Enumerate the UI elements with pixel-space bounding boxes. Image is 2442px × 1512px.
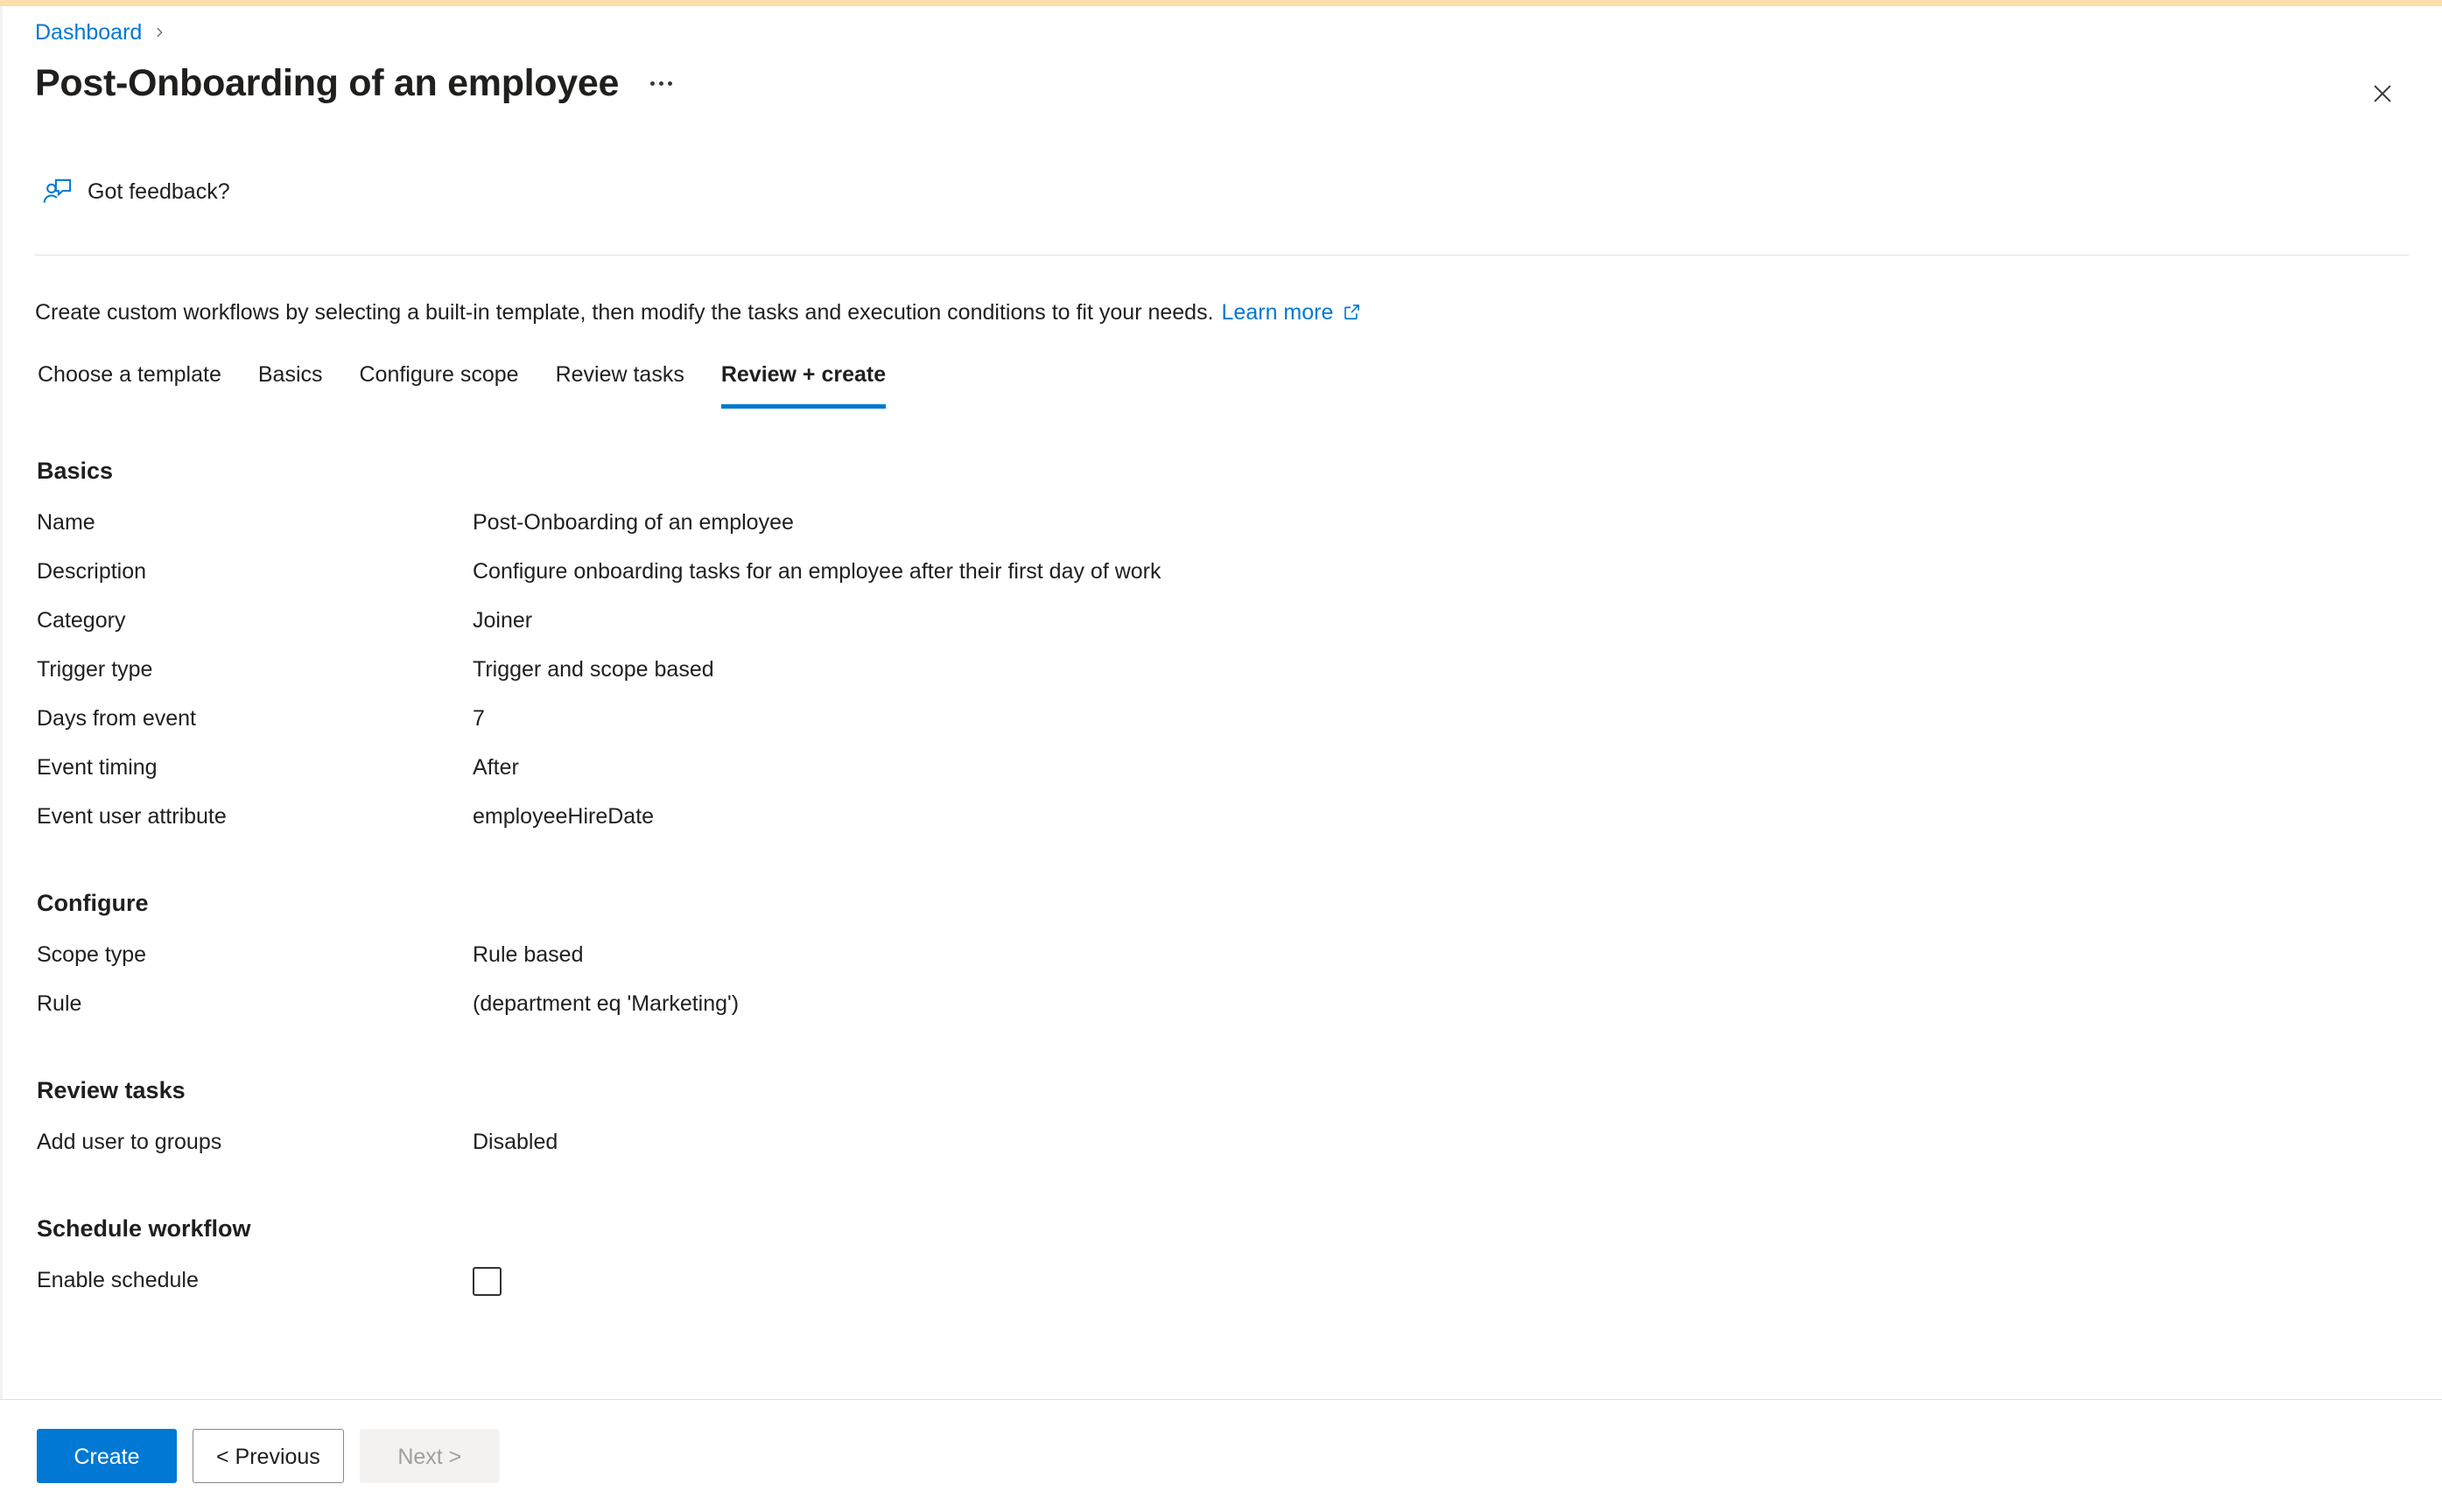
- previous-button[interactable]: < Previous: [193, 1429, 344, 1483]
- summary-row: Scope type Rule based: [0, 940, 2442, 989]
- ellipsis-dot-1: [650, 80, 656, 86]
- summary-row-value: 7: [473, 706, 485, 731]
- top-accent-strip: [0, 0, 2442, 6]
- chevron-right-icon: [153, 26, 165, 38]
- summary-row-label: Enable schedule: [37, 1268, 199, 1292]
- summary-row-label: Name: [37, 510, 95, 535]
- summary-row-label: Scope type: [37, 942, 147, 967]
- summary-row-value: Rule based: [473, 942, 584, 967]
- summary-row: Event timing After: [0, 752, 2442, 802]
- summary-row: Name Post-Onboarding of an employee: [0, 508, 2442, 556]
- description-text: Create custom workflows by selecting a b…: [35, 300, 1214, 325]
- feedback-person-icon: [42, 176, 74, 207]
- page-title: Post-Onboarding of an employee: [35, 62, 620, 104]
- external-link-icon: [1343, 303, 1361, 321]
- more-options-button[interactable]: [642, 69, 681, 98]
- summary-section: Configure Scope type Rule based Rule (depart…: [0, 887, 2442, 1038]
- command-bar: Got feedback?: [35, 169, 241, 214]
- tab-choose-a-template[interactable]: Choose a template: [35, 354, 240, 409]
- section-heading: Configure: [37, 890, 149, 916]
- enable-schedule-checkbox[interactable]: [473, 1267, 502, 1296]
- summary-row-value: Configure onboarding tasks for an employ…: [473, 559, 1161, 584]
- summary-row: Event user attribute employeeHireDate: [0, 802, 2442, 850]
- got-feedback-label: Got feedback?: [88, 179, 230, 204]
- summary-row-value: (department eq 'Marketing'): [473, 991, 740, 1016]
- ellipsis-dot-2: [659, 80, 664, 86]
- summary-row-label: Category: [37, 608, 126, 633]
- summary-row-value: Post-Onboarding of an employee: [473, 510, 794, 535]
- summary-row-value: Trigger and scope based: [473, 657, 714, 682]
- tab-configure-scope[interactable]: Configure scope: [341, 354, 537, 409]
- title-row: Post-Onboarding of an employee: [35, 59, 681, 108]
- summary-row-label: Add user to groups: [37, 1130, 222, 1154]
- summary-row-label: Days from event: [37, 706, 197, 731]
- summary-section: Basics Name Post-Onboarding of an employee…: [0, 455, 2442, 850]
- summary-row-value: Disabled: [473, 1130, 558, 1154]
- summary-row-label: Event timing: [37, 755, 158, 780]
- summary-row-value: Joiner: [473, 608, 533, 633]
- close-icon: [2374, 85, 2391, 102]
- summary-row-value: employeeHireDate: [473, 804, 655, 829]
- summary-section: Schedule workflow Enable schedule: [0, 1213, 2442, 1314]
- summary-row: Enable schedule: [0, 1265, 2442, 1314]
- header-divider: [35, 255, 2409, 256]
- summary-row: Rule (department eq 'Marketing'): [0, 989, 2442, 1038]
- summary-section: Review tasks Add user to groups Disabled: [0, 1074, 2442, 1176]
- section-heading: Review tasks: [37, 1077, 186, 1103]
- summary-row-label: Event user attribute: [37, 804, 227, 829]
- summary-row: Category Joiner: [0, 606, 2442, 654]
- learn-more-link[interactable]: Learn more: [1222, 298, 1334, 327]
- tab-review-tasks[interactable]: Review tasks: [537, 354, 703, 409]
- got-feedback-button[interactable]: Got feedback?: [35, 169, 241, 214]
- tab-basics[interactable]: Basics: [240, 354, 341, 409]
- create-button[interactable]: Create: [37, 1429, 177, 1483]
- section-heading: Schedule workflow: [37, 1215, 251, 1242]
- summary-row-label: Trigger type: [37, 657, 153, 682]
- section-heading: Basics: [37, 458, 114, 484]
- next-button: Next >: [359, 1429, 500, 1483]
- ellipsis-dot-3: [668, 80, 673, 86]
- blade-header: Dashboard Post-Onboarding of an employee: [0, 6, 2442, 256]
- summary-row-label: Description: [37, 559, 147, 584]
- summary-row-label: Rule: [37, 991, 82, 1016]
- summary-row-value: After: [473, 755, 519, 780]
- summary-row: Add user to groups Disabled: [0, 1127, 2442, 1176]
- close-blade-button[interactable]: [2358, 69, 2407, 118]
- tab-review-create[interactable]: Review + create: [703, 354, 904, 409]
- breadcrumb: Dashboard: [35, 18, 165, 46]
- blade-footer: Create < Previous Next >: [0, 1400, 2442, 1512]
- summary-body: Basics Name Post-Onboarding of an employee…: [0, 455, 2442, 1314]
- summary-row: Days from event 7: [0, 704, 2442, 752]
- summary-row: Trigger type Trigger and scope based: [0, 654, 2442, 704]
- blade-description: Create custom workflows by selecting a b…: [35, 298, 1361, 327]
- workflow-create-blade: Dashboard Post-Onboarding of an employee: [0, 0, 2442, 1512]
- breadcrumb-item-dashboard[interactable]: Dashboard: [35, 18, 142, 46]
- summary-row: Description Configure onboarding tasks fo…: [0, 556, 2442, 606]
- wizard-tabs: Choose a template Basics Configure scope Re…: [35, 354, 904, 409]
